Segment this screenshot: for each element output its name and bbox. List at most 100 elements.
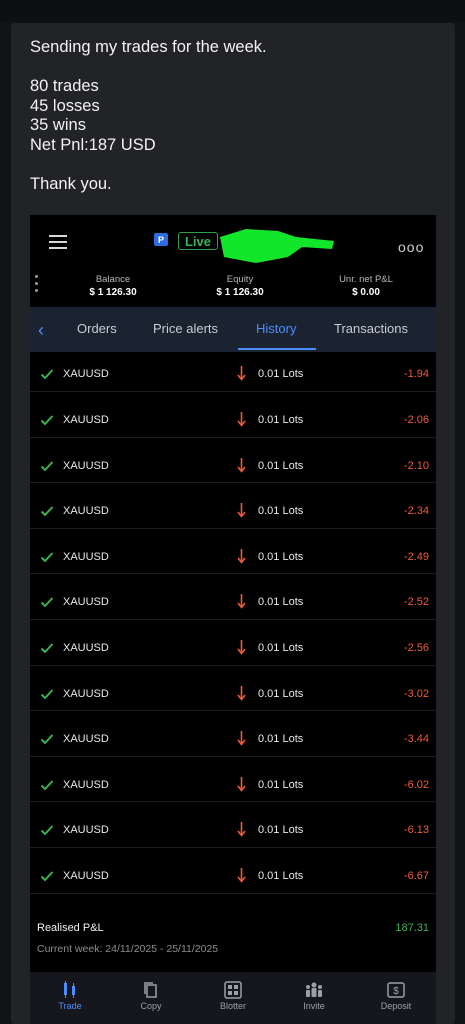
stat-label: Balance: [95, 274, 131, 285]
trade-symbol: XAUUSD: [63, 641, 109, 654]
tab-price-alerts[interactable]: Price alerts: [153, 321, 218, 336]
realised-pnl-label: Realised P&L: [37, 922, 104, 934]
trade-lots: 0.01 Lots: [258, 459, 304, 472]
check-icon: [40, 460, 54, 472]
trade-pnl: -2.34: [403, 505, 429, 518]
redaction-scribble: [220, 229, 334, 263]
trade-row[interactable]: XAUUSD 0.01 Lots -1.94: [30, 352, 436, 392]
trade-pnl: -2.56: [403, 641, 429, 654]
arrow-down-icon: [237, 548, 246, 564]
trade-symbol: XAUUSD: [63, 459, 109, 472]
arrow-down-icon: [237, 639, 246, 655]
chevron-left-icon[interactable]: ‹: [38, 320, 44, 341]
trade-row[interactable]: XAUUSD 0.01 Lots -2.52: [30, 574, 436, 620]
trade-lots: 0.01 Lots: [258, 824, 304, 837]
arrow-down-icon: [237, 594, 246, 610]
trade-lots: 0.01 Lots: [258, 550, 304, 563]
balance-stat: Balance $ 1 126.30: [58, 274, 168, 300]
trade-pnl: -6.13: [403, 824, 429, 837]
check-icon: [40, 780, 54, 791]
trade-pnl: -2.10: [403, 459, 429, 472]
trade-symbol: XAUUSD: [63, 778, 109, 791]
trade-symbol: XAUUSD: [63, 733, 109, 746]
arrow-down-icon: [237, 366, 246, 381]
message-line: [30, 155, 267, 175]
trade-symbol: XAUUSD: [63, 687, 109, 700]
trade-lots: 0.01 Lots: [258, 778, 304, 791]
stat-value: $ 1 126.30: [216, 287, 264, 298]
trade-row[interactable]: XAUUSD 0.01 Lots -2.56: [30, 620, 436, 666]
check-icon: [40, 552, 54, 563]
arrow-down-icon: [237, 867, 246, 883]
trade-lots: 0.01 Lots: [258, 596, 304, 609]
trade-row[interactable]: XAUUSD 0.01 Lots -3.02: [30, 666, 436, 712]
check-icon: [40, 825, 54, 836]
more-options-icon[interactable]: ooo: [398, 239, 424, 255]
trade-pnl: -2.52: [403, 596, 429, 609]
nav-label: Invite: [303, 1001, 325, 1011]
trade-row[interactable]: XAUUSD 0.01 Lots -6.13: [30, 802, 436, 848]
drag-handle-icon[interactable]: [35, 275, 38, 295]
message-line: [30, 58, 267, 78]
trade-row[interactable]: XAUUSD 0.01 Lots -6.02: [30, 757, 436, 803]
trade-lots: 0.01 Lots: [258, 641, 304, 654]
arrow-down-icon: [237, 685, 246, 701]
message-text: Sending my trades for the week. 80 trade…: [30, 38, 267, 194]
bottom-nav: Trade Copy Blotter Invite $ Deposit: [30, 972, 436, 1024]
arrow-down-icon: [237, 822, 246, 838]
tab-bar: ‹ Orders Price alerts History Transactio…: [30, 307, 436, 352]
arrow-down-icon: [237, 776, 246, 792]
trade-symbol: XAUUSD: [63, 824, 109, 837]
trade-symbol: XAUUSD: [63, 414, 109, 426]
svg-text:P: P: [158, 235, 164, 245]
check-icon: [40, 871, 54, 882]
nav-trade[interactable]: Trade: [40, 972, 100, 1012]
check-icon: [40, 369, 54, 380]
nav-copy[interactable]: Copy: [121, 972, 181, 1012]
message-line: Sending my trades for the week.: [30, 38, 267, 56]
trade-lots: 0.01 Lots: [258, 505, 304, 518]
trade-pnl: -3.02: [403, 687, 429, 700]
trade-pnl: -3.44: [403, 733, 429, 746]
deposit-icon: $: [387, 982, 405, 998]
trade-lots: 0.01 Lots: [258, 414, 304, 426]
arrow-down-icon: [237, 457, 246, 473]
check-icon: [40, 597, 54, 608]
trade-lots: 0.01 Lots: [258, 733, 304, 746]
stat-label: Equity: [226, 274, 254, 285]
message-line: Net Pnl:187 USD: [30, 135, 156, 154]
tab-transactions[interactable]: Transactions: [334, 321, 408, 336]
blotter-icon: [224, 981, 242, 999]
trading-app-screenshot: P Live ooo Balance $ 1 126.30 Equity $ 1…: [30, 215, 436, 1024]
tab-history[interactable]: History: [256, 321, 296, 336]
trade-symbol: XAUUSD: [63, 505, 109, 518]
trade-symbol: XAUUSD: [63, 869, 109, 882]
nav-deposit[interactable]: $ Deposit: [366, 972, 426, 1012]
nav-blotter[interactable]: Blotter: [203, 972, 263, 1012]
check-icon: [40, 506, 54, 517]
trade-row[interactable]: XAUUSD 0.01 Lots -3.44: [30, 711, 436, 757]
trade-pnl: -6.67: [403, 869, 429, 882]
menu-icon[interactable]: [49, 235, 67, 249]
check-icon: [40, 734, 54, 745]
trade-lots: 0.01 Lots: [258, 368, 304, 380]
trade-row[interactable]: XAUUSD 0.01 Lots -2.10: [30, 438, 436, 484]
trade-row[interactable]: XAUUSD 0.01 Lots -2.49: [30, 529, 436, 575]
arrow-down-icon: [237, 412, 246, 427]
nav-invite[interactable]: Invite: [284, 972, 344, 1012]
unrealized-pnl-stat: Unr. net P&L $ 0.00: [311, 274, 421, 300]
tab-orders[interactable]: Orders: [77, 321, 117, 336]
check-icon: [40, 688, 54, 699]
trade-symbol: XAUUSD: [63, 368, 109, 380]
trade-symbol: XAUUSD: [63, 596, 109, 609]
trade-row[interactable]: XAUUSD 0.01 Lots -2.06: [30, 392, 436, 438]
trade-row[interactable]: XAUUSD 0.01 Lots -6.67: [30, 848, 436, 894]
trade-row[interactable]: XAUUSD 0.01 Lots -2.34: [30, 483, 436, 529]
message-line: Thank you.: [30, 174, 112, 193]
trade-pnl: -2.49: [403, 550, 429, 563]
check-icon: [40, 643, 54, 654]
message-line: 35 wins: [30, 116, 86, 134]
trade-pnl: -2.06: [403, 414, 429, 426]
arrow-down-icon: [237, 503, 246, 518]
account-stats: Balance $ 1 126.30 Equity $ 1 126.30 Unr…: [30, 267, 436, 307]
